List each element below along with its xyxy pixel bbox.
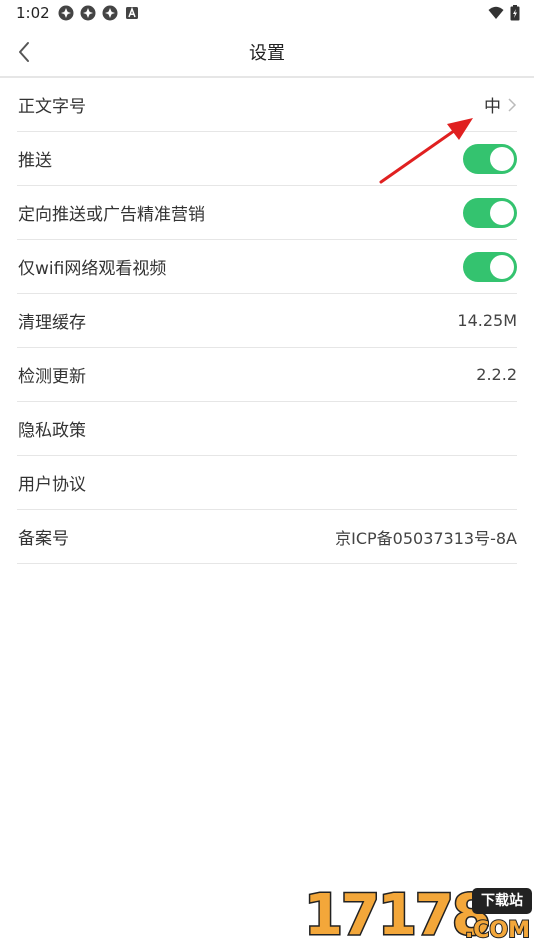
watermark-badge: 下载站 [472, 888, 532, 914]
version-value: 2.2.2 [476, 365, 517, 384]
font-size-value-group: 中 [484, 92, 517, 117]
battery-charging-icon [510, 5, 520, 21]
wifi-icon [488, 6, 504, 19]
setting-privacy-policy[interactable]: 隐私政策 [17, 402, 517, 456]
setting-targeted-ads: 定向推送或广告精准营销 [17, 186, 517, 240]
chevron-right-icon [508, 97, 517, 112]
system-icons [488, 5, 520, 21]
setting-label: 备案号 [18, 529, 69, 549]
annotation-arrow-icon [379, 118, 473, 184]
toggle-knob [490, 146, 514, 171]
setting-label: 检测更新 [18, 367, 86, 387]
toggle-knob [490, 200, 514, 225]
setting-user-agreement[interactable]: 用户协议 [17, 456, 517, 510]
notification-icons [58, 5, 140, 21]
page-title: 设置 [249, 43, 285, 64]
setting-check-update[interactable]: 检测更新 2.2.2 [17, 348, 517, 402]
targeted-ads-toggle[interactable] [463, 197, 517, 228]
setting-label: 隐私政策 [18, 421, 86, 441]
setting-label: 清理缓存 [18, 313, 86, 333]
setting-clear-cache[interactable]: 清理缓存 14.25M [17, 294, 517, 348]
status-time: 1:02 [16, 4, 50, 22]
setting-label: 正文字号 [18, 97, 86, 117]
watermark-domain: .COM [464, 917, 531, 944]
watermark-digits: 17178 [303, 883, 493, 948]
icp-number-value: 京ICP备05037313号-8A [335, 528, 517, 548]
setting-icp: 备案号 京ICP备05037313号-8A [17, 510, 517, 564]
setting-label: 仅wifi网络观看视频 [18, 259, 167, 279]
setting-wifi-only-video: 仅wifi网络观看视频 [17, 240, 517, 294]
app-notification-icon [80, 5, 96, 21]
font-size-value: 中 [484, 97, 501, 117]
status-bar: 1:02 [0, 0, 534, 28]
setting-label: 用户协议 [18, 475, 86, 495]
app-notification-icon [58, 5, 74, 21]
app-notification-icon [102, 5, 118, 21]
watermark-logo: 17178 下载站 .COM [303, 883, 532, 948]
wifi-only-video-toggle[interactable] [463, 251, 517, 282]
header: 设置 [0, 28, 534, 76]
cache-size-value: 14.25M [457, 311, 517, 330]
setting-label: 定向推送或广告精准营销 [18, 205, 205, 225]
toggle-knob [490, 254, 514, 279]
setting-label: 推送 [18, 151, 52, 171]
a-notification-icon [126, 6, 138, 19]
